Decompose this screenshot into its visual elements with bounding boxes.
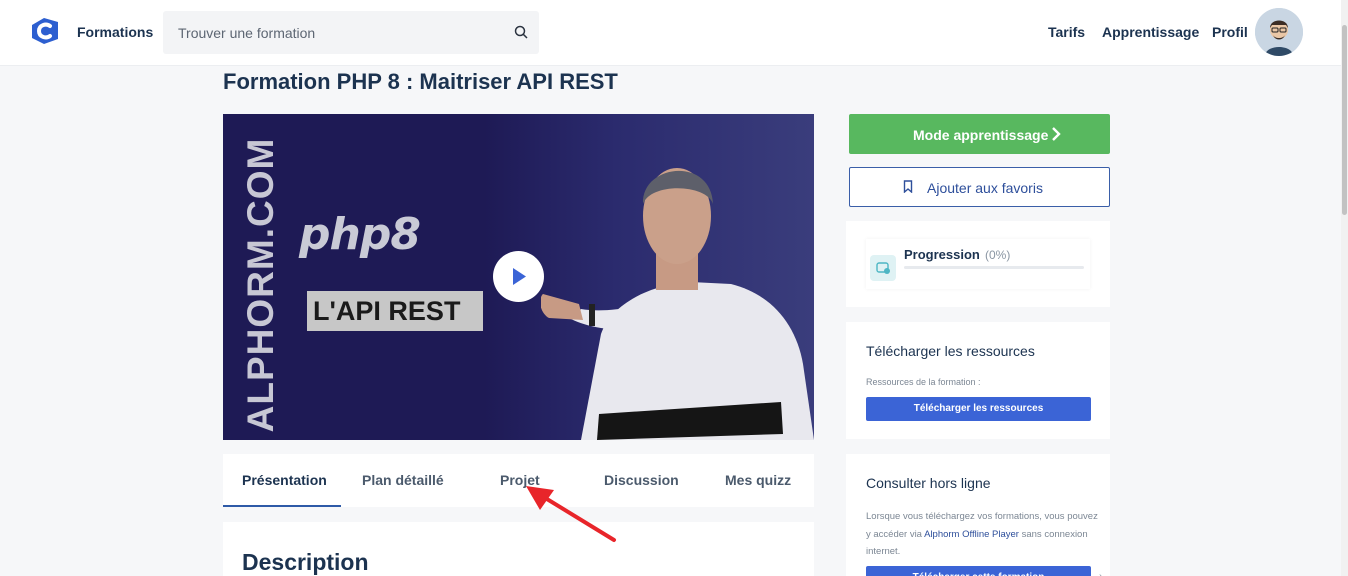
play-button[interactable]: [493, 251, 544, 302]
active-tab-indicator: [223, 505, 341, 507]
page-title: Formation PHP 8 : Maitriser API REST: [223, 69, 618, 94]
progress-card: Progression (0%): [846, 221, 1110, 307]
tab-presentation[interactable]: Présentation: [242, 472, 327, 488]
offline-description: Lorsque vous téléchargez vos formations,…: [866, 508, 1098, 561]
search-input[interactable]: Trouver une formation: [178, 25, 315, 41]
avatar-face-icon: [1255, 8, 1303, 56]
download-course-button[interactable]: Télécharger cette formation: [866, 566, 1091, 576]
video-badge: L'API REST: [307, 291, 483, 331]
instructor-image: [541, 168, 814, 440]
search-box[interactable]: Trouver une formation: [163, 11, 539, 54]
red-arrow-annotation-icon: [526, 486, 616, 542]
progress-bar: [904, 266, 1084, 269]
add-favorites-button[interactable]: Ajouter aux favoris: [849, 167, 1110, 207]
download-resources-button[interactable]: Télécharger les ressources: [866, 397, 1091, 421]
avatar[interactable]: [1255, 8, 1303, 56]
resources-title: Télécharger les ressources: [866, 343, 1035, 359]
progress-icon: [870, 255, 896, 281]
resources-subtitle: Ressources de la formation :: [866, 377, 981, 387]
scrollbar-thumb[interactable]: [1342, 25, 1347, 215]
alphorm-logo-icon[interactable]: [30, 17, 60, 45]
offline-player-link[interactable]: Alphorm Offline Player: [924, 529, 1019, 540]
php8-logo: php8: [299, 209, 421, 260]
nav-profil-link[interactable]: Profil: [1212, 24, 1248, 40]
search-icon[interactable]: [514, 25, 528, 39]
description-title: Description: [242, 549, 369, 575]
video-badge-text: L'API REST: [313, 296, 461, 326]
progress-percent: (0%): [985, 248, 1011, 262]
chevron-right-icon: [1052, 127, 1061, 141]
nav-tarifs-link[interactable]: Tarifs: [1048, 24, 1085, 40]
video-player[interactable]: ALPHORM.COM php8 L'API REST: [223, 114, 814, 440]
nav-apprentissage-link[interactable]: Apprentissage: [1102, 24, 1199, 40]
offline-card: Consulter hors ligne Lorsque vous téléch…: [846, 454, 1110, 576]
offline-title: Consulter hors ligne: [866, 475, 991, 491]
add-favorites-label: Ajouter aux favoris: [927, 180, 1043, 196]
description-card: Description: [223, 522, 814, 576]
nav-formations-link[interactable]: Formations: [77, 24, 153, 40]
mode-apprentissage-label: Mode apprentissage: [913, 127, 1049, 143]
play-icon: [513, 268, 526, 285]
resources-card: Télécharger les ressources Ressources de…: [846, 322, 1110, 439]
video-brand-text: ALPHORM.COM: [240, 137, 281, 433]
mode-apprentissage-button[interactable]: Mode apprentissage: [849, 114, 1110, 154]
bookmark-icon: [903, 180, 913, 193]
progress-panel: Progression (0%): [866, 239, 1090, 289]
course-tabs: Présentation Plan détaillé Projet Discus…: [223, 454, 814, 507]
chevron-right-small-icon: ›: [1099, 571, 1102, 576]
tab-plan-detaille[interactable]: Plan détaillé: [362, 472, 444, 488]
tab-mes-quizz[interactable]: Mes quizz: [725, 472, 791, 488]
top-header: Formations Trouver une formation Tarifs …: [0, 0, 1341, 66]
progress-label: Progression: [904, 247, 980, 262]
